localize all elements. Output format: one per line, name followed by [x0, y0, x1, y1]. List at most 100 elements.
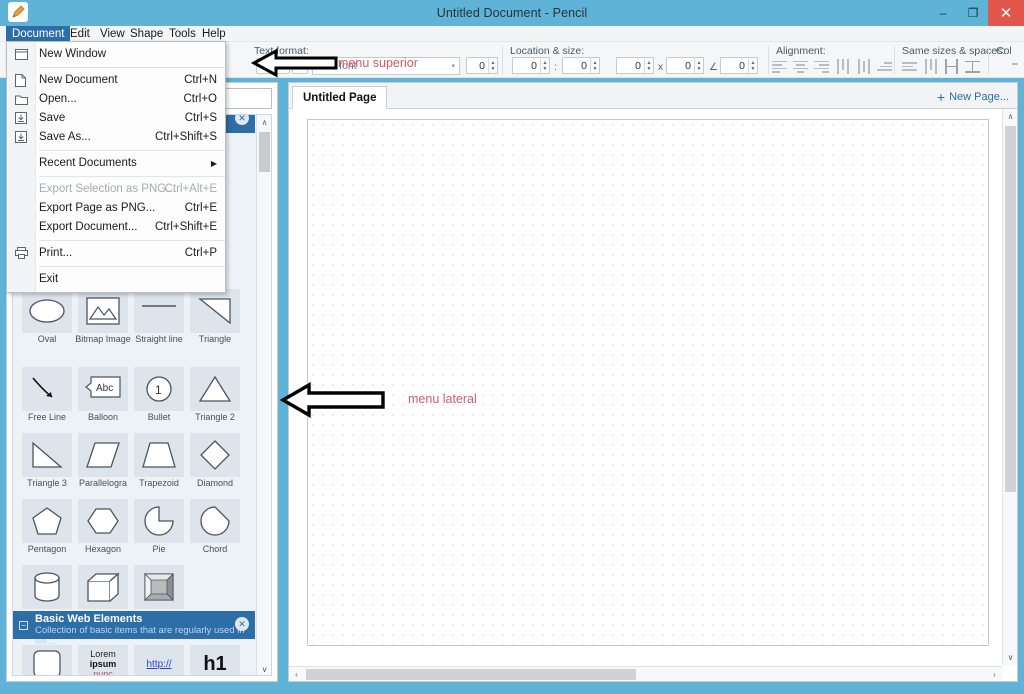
- shape-label: Triangle 2: [195, 412, 235, 422]
- same-width-icon[interactable]: [902, 59, 917, 74]
- menu-item-label: Export Page as PNG...: [39, 202, 156, 214]
- title-bar: Untitled Document - Pencil – ❐ ✕: [0, 0, 1024, 26]
- menu-item-shortcut: Ctrl+P: [184, 247, 217, 259]
- new-page-label: New Page...: [949, 90, 1009, 103]
- align-top-icon[interactable]: [835, 59, 850, 74]
- scroll-down-icon[interactable]: ∨: [257, 662, 271, 675]
- spinner-arrows-icon[interactable]: ▲ ▼: [748, 58, 757, 73]
- document-menu-dropdown[interactable]: New Window New Document Ctrl+N Open... C…: [6, 41, 226, 293]
- location-x-spinner[interactable]: 0 ▲ ▼: [512, 57, 550, 74]
- align-bottom-icon[interactable]: [877, 59, 892, 74]
- trapezoid-shape-icon: [134, 433, 184, 477]
- menu-separator: [39, 67, 225, 68]
- scrollbar-thumb[interactable]: [259, 132, 270, 172]
- distribute-horizontal-icon[interactable]: [944, 59, 959, 74]
- scrollbar-thumb[interactable]: [1005, 126, 1016, 492]
- save-icon: [15, 112, 29, 126]
- menu-item-exit[interactable]: Exit: [7, 270, 225, 289]
- menu-separator: [39, 266, 225, 267]
- scroll-up-icon[interactable]: ∧: [257, 115, 271, 130]
- align-left-icon[interactable]: [772, 59, 787, 74]
- link-shape-icon: http://: [134, 645, 184, 675]
- shape-item-free-line[interactable]: Free Line: [19, 367, 75, 433]
- size-height-spinner[interactable]: 0 ▲ ▼: [666, 57, 704, 74]
- spinner-arrows-icon[interactable]: ▲ ▼: [644, 58, 653, 73]
- shape-label: Triangle: [198, 334, 232, 344]
- shape-label: Bitmap Image: [75, 334, 131, 344]
- close-icon[interactable]: ✕: [235, 617, 249, 631]
- shape-item-link[interactable]: http://: [131, 645, 187, 675]
- size-width-spinner[interactable]: 0 ▲ ▼: [616, 57, 654, 74]
- align-right-icon[interactable]: [814, 59, 829, 74]
- shape-item-bullet[interactable]: 1 Bullet: [131, 367, 187, 433]
- shape-item-triangle-3[interactable]: Triangle 3: [19, 433, 75, 499]
- shape-item-chord[interactable]: Chord: [187, 499, 243, 565]
- bullet-shape-icon: 1: [134, 367, 184, 411]
- shape-item-parallelogram[interactable]: Parallelogra: [75, 433, 131, 499]
- align-middle-icon[interactable]: [856, 59, 871, 74]
- canvas-vertical-scrollbar[interactable]: ∧ ∨: [1002, 109, 1017, 665]
- shape-label: Oval: [37, 334, 57, 344]
- shape-item-trapezoid[interactable]: Trapezoid: [131, 433, 187, 499]
- menu-item-print[interactable]: Print... Ctrl+P: [7, 244, 225, 263]
- new-page-button[interactable]: + New Page...: [937, 88, 1009, 105]
- menu-help[interactable]: Help: [196, 26, 232, 42]
- lorem-line-1: Lorem: [90, 649, 116, 659]
- close-button[interactable]: ✕: [988, 0, 1024, 26]
- font-size-spinner[interactable]: 0 ▲ ▼: [466, 57, 498, 74]
- menu-item-export-page-as-png[interactable]: Export Page as PNG... Ctrl+E: [7, 199, 225, 218]
- scroll-right-icon[interactable]: ›: [987, 667, 1002, 682]
- rotation-spinner[interactable]: 0 ▲ ▼: [720, 57, 758, 74]
- triangle-2-shape-icon: [190, 367, 240, 411]
- scrollbar-thumb[interactable]: [306, 669, 636, 680]
- shape-item-oval[interactable]: Oval: [19, 289, 75, 355]
- menu-item-recent-documents[interactable]: Recent Documents ▶: [7, 154, 225, 173]
- page-canvas-sheet[interactable]: [307, 119, 989, 646]
- distribute-vertical-icon[interactable]: [965, 59, 980, 74]
- same-height-icon[interactable]: [923, 59, 938, 74]
- menu-item-export-document[interactable]: Export Document... Ctrl+Shift+E: [7, 218, 225, 237]
- menu-item-new-document[interactable]: New Document Ctrl+N: [7, 71, 225, 90]
- menu-item-save-as[interactable]: Save As... Ctrl+Shift+S: [7, 128, 225, 147]
- menu-item-save[interactable]: Save Ctrl+S: [7, 109, 225, 128]
- canvas-body[interactable]: ∧ ∨ ‹ ›: [289, 109, 1017, 681]
- color-overflow-icon[interactable]: [1012, 61, 1018, 67]
- menu-item-label: Exit: [39, 273, 59, 285]
- menu-item-new-window[interactable]: New Window: [7, 45, 225, 64]
- close-icon[interactable]: ✕: [235, 115, 249, 125]
- shape-item-triangle[interactable]: Triangle: [187, 289, 243, 355]
- menu-document[interactable]: Document: [6, 26, 71, 42]
- spinner-arrows-icon[interactable]: ▲ ▼: [590, 58, 599, 73]
- shape-item-triangle-2[interactable]: Triangle 2: [187, 367, 243, 433]
- spinner-arrows-icon[interactable]: ▲ ▼: [694, 58, 703, 73]
- pie-shape-icon: [134, 499, 184, 543]
- page-tab-untitled-page[interactable]: Untitled Page: [292, 86, 388, 109]
- chevron-right-icon: ▶: [210, 159, 217, 168]
- scroll-left-icon[interactable]: ‹: [289, 667, 304, 682]
- location-y-spinner[interactable]: 0 ▲ ▼: [562, 57, 600, 74]
- menu-item-open[interactable]: Open... Ctrl+O: [7, 90, 225, 109]
- shape-item-heading1[interactable]: h1: [187, 645, 243, 675]
- align-center-icon[interactable]: [793, 59, 808, 74]
- shape-item-straight-line[interactable]: Straight line: [131, 289, 187, 355]
- location-separator: :: [554, 62, 557, 73]
- shape-item-hexagon[interactable]: Hexagon: [75, 499, 131, 565]
- shape-item-lorem-ipsum[interactable]: Lorem ipsum nunc: [75, 645, 131, 675]
- collapse-icon[interactable]: −: [19, 621, 28, 630]
- shape-panel-scrollbar[interactable]: ∧ ∨: [256, 115, 271, 675]
- scroll-up-icon[interactable]: ∧: [1003, 109, 1018, 124]
- spinner-arrows-icon[interactable]: ▲ ▼: [540, 58, 549, 73]
- shape-item-pie[interactable]: Pie: [131, 499, 187, 565]
- shape-item-diamond[interactable]: Diamond: [187, 433, 243, 499]
- canvas-horizontal-scrollbar[interactable]: ‹ ›: [289, 666, 1002, 681]
- shape-item-pentagon[interactable]: Pentagon: [19, 499, 75, 565]
- collection-header-basic-web-elements[interactable]: − Basic Web Elements Collection of basic…: [13, 611, 255, 647]
- maximize-button[interactable]: ❐: [958, 0, 988, 26]
- menu-edit[interactable]: Edit: [64, 26, 96, 42]
- spinner-arrows-icon[interactable]: ▲ ▼: [488, 58, 497, 73]
- shape-item-bitmap-image[interactable]: Bitmap Image: [75, 289, 131, 355]
- scroll-down-icon[interactable]: ∨: [1003, 650, 1018, 665]
- minimize-button[interactable]: –: [928, 0, 958, 26]
- shape-item-rounded-box[interactable]: [19, 645, 75, 675]
- shape-item-balloon[interactable]: Abc Balloon: [75, 367, 131, 433]
